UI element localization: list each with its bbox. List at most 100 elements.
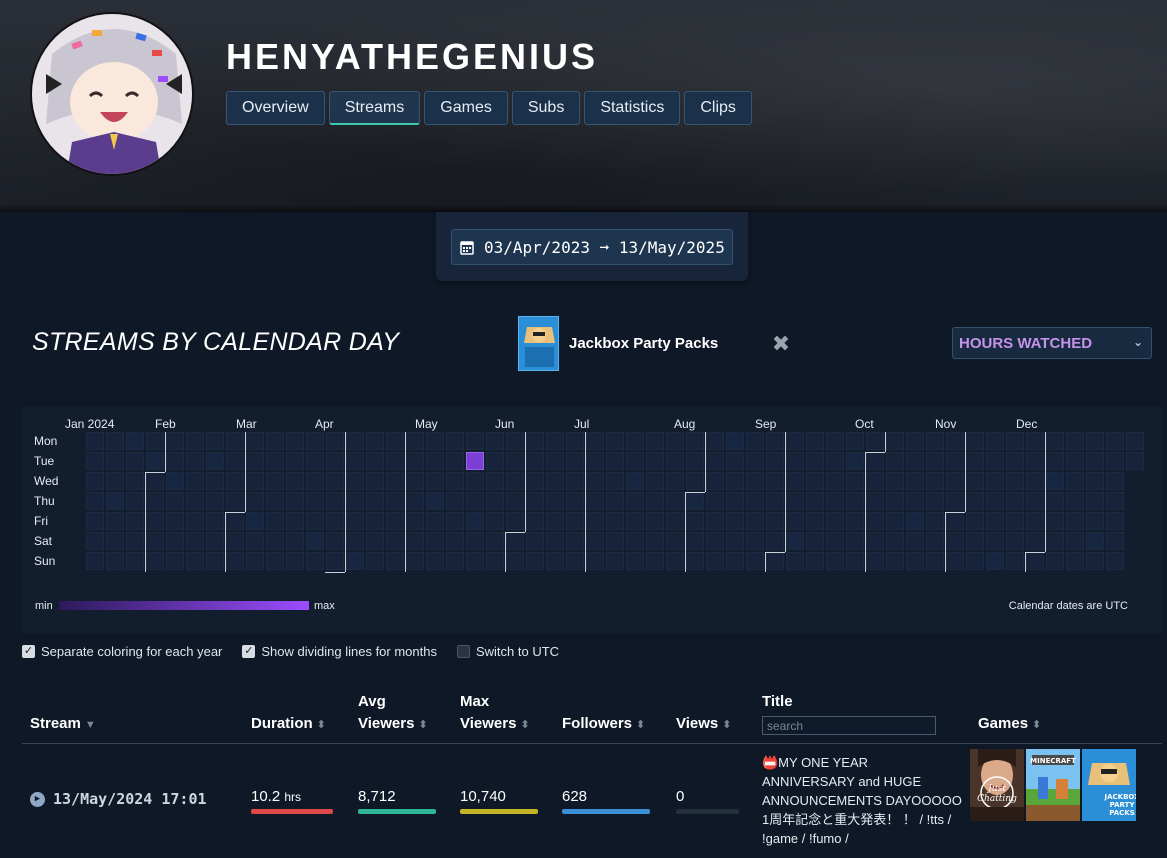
heatmap-cell[interactable] <box>886 492 904 510</box>
heatmap-cell[interactable] <box>1106 512 1124 530</box>
heatmap-cell[interactable] <box>626 472 644 490</box>
heatmap-cell[interactable] <box>426 432 444 450</box>
heatmap-cell[interactable] <box>746 532 764 550</box>
col-views[interactable]: Views ⬍ <box>676 713 731 736</box>
heatmap-cell[interactable] <box>586 552 604 570</box>
heatmap-cell[interactable] <box>426 492 444 510</box>
heatmap-cell[interactable] <box>586 472 604 490</box>
heatmap-cell[interactable] <box>146 512 164 530</box>
heatmap-cell[interactable] <box>646 512 664 530</box>
heatmap-cell[interactable] <box>946 452 964 470</box>
heatmap-cell[interactable] <box>546 452 564 470</box>
heatmap-cell[interactable] <box>926 532 944 550</box>
heatmap-cell[interactable] <box>826 492 844 510</box>
heatmap-cell[interactable] <box>606 432 624 450</box>
heatmap-cell[interactable] <box>566 472 584 490</box>
heatmap-cell[interactable] <box>826 452 844 470</box>
heatmap-cell[interactable] <box>186 492 204 510</box>
heatmap-cell[interactable] <box>386 492 404 510</box>
heatmap-cell[interactable] <box>626 452 644 470</box>
heatmap-cell[interactable] <box>246 512 264 530</box>
heatmap-cell[interactable] <box>446 492 464 510</box>
heatmap-cell[interactable] <box>706 452 724 470</box>
heatmap-cell[interactable] <box>206 452 224 470</box>
heatmap-cell[interactable] <box>1066 492 1084 510</box>
heatmap-cell[interactable] <box>886 472 904 490</box>
heatmap-cell[interactable] <box>306 552 324 570</box>
col-stream[interactable]: Stream ▼ <box>30 713 96 736</box>
heatmap-cell[interactable] <box>106 452 124 470</box>
heatmap-cell[interactable] <box>786 552 804 570</box>
heatmap-cell[interactable] <box>846 532 864 550</box>
heatmap-cell[interactable] <box>746 552 764 570</box>
heatmap-cell[interactable] <box>926 552 944 570</box>
heatmap-cell[interactable] <box>1006 452 1024 470</box>
heatmap-cell[interactable] <box>946 552 964 570</box>
heatmap-cell[interactable] <box>1086 432 1104 450</box>
heatmap-cell[interactable] <box>686 452 704 470</box>
heatmap-cell[interactable] <box>466 432 484 450</box>
heatmap-cell[interactable] <box>126 552 144 570</box>
heatmap-cell[interactable] <box>326 492 344 510</box>
heatmap-cell[interactable] <box>426 532 444 550</box>
heatmap-cell[interactable] <box>626 432 644 450</box>
heatmap-cell[interactable] <box>1106 432 1124 450</box>
heatmap-cell[interactable] <box>906 512 924 530</box>
heatmap-cell[interactable] <box>926 512 944 530</box>
heatmap-cell[interactable] <box>146 532 164 550</box>
heatmap-cell[interactable] <box>1026 492 1044 510</box>
heatmap-cell[interactable] <box>866 452 884 470</box>
heatmap-cell[interactable] <box>346 452 364 470</box>
heatmap-cell[interactable] <box>906 432 924 450</box>
heatmap-cell[interactable] <box>966 552 984 570</box>
heatmap-cell[interactable] <box>226 432 244 450</box>
heatmap-cell[interactable] <box>946 512 964 530</box>
heatmap-cell[interactable] <box>386 472 404 490</box>
heatmap-cell[interactable] <box>506 492 524 510</box>
heatmap-cell[interactable] <box>146 432 164 450</box>
heatmap-cell[interactable] <box>486 432 504 450</box>
heatmap-cell[interactable] <box>786 452 804 470</box>
heatmap-cell[interactable] <box>946 472 964 490</box>
heatmap-cell[interactable] <box>166 512 184 530</box>
heatmap-cell[interactable] <box>966 432 984 450</box>
heatmap-cell[interactable] <box>566 492 584 510</box>
heatmap-cell[interactable] <box>266 452 284 470</box>
heatmap-cell[interactable] <box>906 472 924 490</box>
heatmap-cell[interactable] <box>1106 492 1124 510</box>
heatmap-cell[interactable] <box>826 532 844 550</box>
heatmap-cell[interactable] <box>366 552 384 570</box>
heatmap-cell[interactable] <box>766 512 784 530</box>
heatmap-cell[interactable] <box>546 532 564 550</box>
heatmap-cell[interactable] <box>786 472 804 490</box>
col-games[interactable]: Games ⬍ <box>978 713 1041 736</box>
heatmap-cell[interactable] <box>546 552 564 570</box>
heatmap-cell[interactable] <box>686 512 704 530</box>
heatmap-cell[interactable] <box>846 472 864 490</box>
tab-streams[interactable]: Streams <box>328 91 421 125</box>
heatmap-cell[interactable] <box>866 472 884 490</box>
heatmap-cell[interactable] <box>426 552 444 570</box>
heatmap-cell[interactable] <box>1006 432 1024 450</box>
heatmap-cell[interactable] <box>586 512 604 530</box>
heatmap-cell[interactable] <box>906 492 924 510</box>
metric-select[interactable]: HOURS WATCHED ⌄ <box>952 327 1152 359</box>
heatmap-cell[interactable] <box>726 492 744 510</box>
heatmap-cell[interactable] <box>786 432 804 450</box>
heatmap-cell[interactable] <box>926 432 944 450</box>
heatmap-cell[interactable] <box>566 512 584 530</box>
heatmap-cell[interactable] <box>186 512 204 530</box>
heatmap-cell[interactable] <box>666 472 684 490</box>
heatmap-cell[interactable] <box>826 472 844 490</box>
heatmap-cell[interactable] <box>206 472 224 490</box>
heatmap-cell[interactable] <box>146 492 164 510</box>
heatmap-cell[interactable] <box>86 472 104 490</box>
heatmap-cell[interactable] <box>1046 472 1064 490</box>
heatmap-cell[interactable] <box>666 452 684 470</box>
month-lines-checkbox[interactable]: ✓ Show dividing lines for months <box>242 644 437 659</box>
heatmap-cell[interactable] <box>686 492 704 510</box>
heatmap-cell[interactable] <box>1086 472 1104 490</box>
heatmap-cell[interactable] <box>166 452 184 470</box>
heatmap-cell[interactable] <box>1066 472 1084 490</box>
heatmap-cell[interactable] <box>466 532 484 550</box>
